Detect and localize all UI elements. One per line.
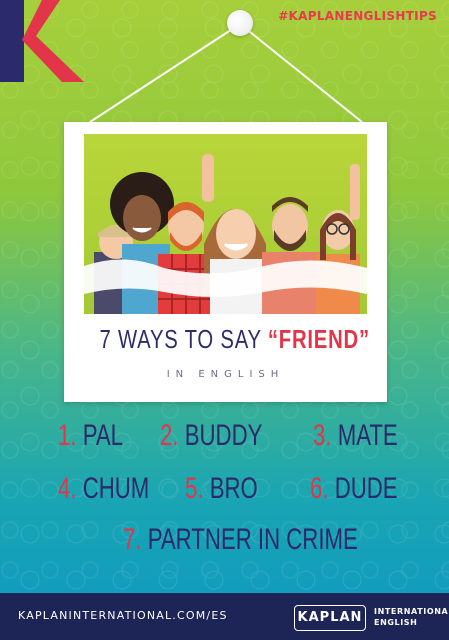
list-item: 5. BRO [185, 472, 258, 505]
kaplan-subline-1: INTERNATIONAL [374, 607, 449, 616]
list-item: 3. MATE [313, 419, 398, 452]
pushpin-icon [227, 10, 253, 36]
kaplan-subline-2: ENGLISH [374, 618, 418, 627]
page-subtitle: IN ENGLISH [166, 369, 285, 380]
friends-selfie-image [84, 154, 367, 314]
kaplan-subline: INTERNATIONAL ENGLISH [374, 606, 449, 628]
kaplan-wordmark: KAPLAN [294, 605, 366, 631]
infographic: #KAPLANENGLISHTIPS 7 WAYS TO SAY “FRIEND… [0, 0, 449, 640]
list-item: 1. PAL [58, 419, 124, 452]
kaplan-international-logo: KAPLAN INTERNATIONAL ENGLISH [294, 605, 449, 631]
kaplan-k-logo [0, 0, 84, 82]
polaroid-frame: 7 WAYS TO SAY “FRIEND” IN ENGLISH [64, 122, 387, 402]
page-title: 7 WAYS TO SAY “FRIEND” [99, 324, 370, 354]
list-item: 7. PARTNER IN CRIME [123, 523, 358, 556]
list-item: 4. CHUM [58, 472, 150, 505]
footer-url-link[interactable]: KAPLANINTERNATIONAL.COM/ES [18, 609, 228, 622]
friends-illustration [84, 134, 367, 314]
list-item: 6. DUDE [310, 472, 398, 505]
hashtag: #KAPLANENGLISHTIPS [278, 9, 437, 23]
list-item: 2. BUDDY [160, 419, 263, 452]
